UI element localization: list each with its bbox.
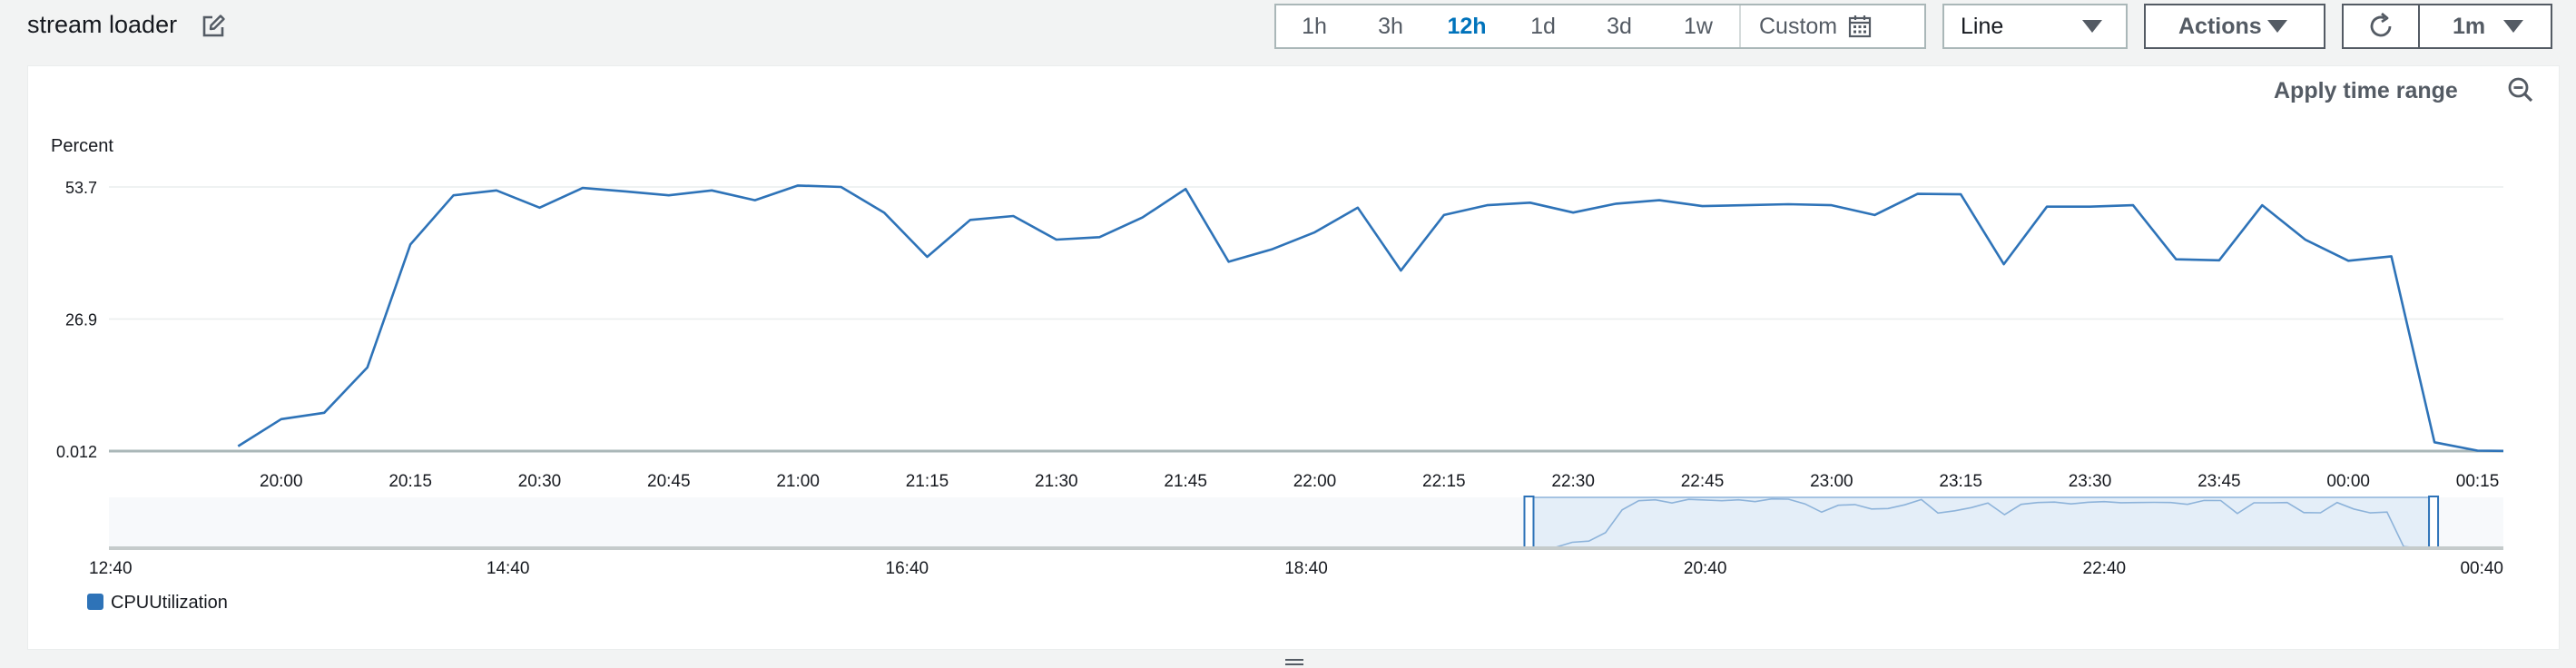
- y-tick-label: 53.7: [65, 179, 97, 197]
- x-tick-label: 21:30: [1035, 472, 1078, 491]
- x-tick-label: 20:45: [647, 472, 691, 491]
- overview-x-tick-label: 14:40: [487, 559, 530, 578]
- x-tick-label: 22:45: [1681, 472, 1725, 491]
- x-tick-label: 23:15: [1939, 472, 1982, 491]
- overview-handle-left: [1523, 496, 1535, 550]
- x-tick-label: 22:30: [1551, 472, 1595, 491]
- x-tick-label: 21:45: [1164, 472, 1207, 491]
- x-tick-label: 23:45: [2197, 472, 2241, 491]
- y-tick-label: 0.012: [56, 443, 97, 461]
- x-tick-label: 21:00: [776, 472, 820, 491]
- resize-handle-icon[interactable]: [1284, 657, 1304, 668]
- x-tick-label: 22:00: [1293, 472, 1337, 491]
- x-tick-label: 22:15: [1422, 472, 1466, 491]
- cpu-line-chart: Percent 53.7 26.9 0.012 20:00 20:15 20:30 20:45…: [51, 136, 2504, 613]
- legend-label-cpuutilization: CPUUtilization: [111, 593, 228, 613]
- x-tick-label: 21:15: [906, 472, 949, 491]
- overview-x-tick-label: 00:40: [2460, 559, 2503, 578]
- y-axis-label: Percent: [51, 136, 113, 156]
- x-tick-label: 20:00: [260, 472, 303, 491]
- x-tick-label: 20:30: [518, 472, 562, 491]
- x-tick-label: 00:15: [2456, 472, 2500, 491]
- x-tick-label: 23:00: [1810, 472, 1853, 491]
- overview-x-tick-label: 16:40: [886, 559, 929, 578]
- x-tick-label: 00:00: [2326, 472, 2370, 491]
- x-tick-label: 23:30: [2069, 472, 2112, 491]
- y-tick-label: 26.9: [65, 311, 97, 329]
- x-tick-label: 20:15: [388, 472, 432, 491]
- overview-handle-right: [2428, 496, 2440, 550]
- overview-x-tick-label: 20:40: [1684, 559, 1727, 578]
- overview-x-tick-label: 22:40: [2083, 559, 2127, 578]
- overview-x-tick-label: 12:40: [89, 559, 133, 578]
- series-line-cpuutilization: [237, 184, 2504, 453]
- legend-swatch-cpuutilization: [87, 594, 103, 610]
- overview-x-tick-label: 18:40: [1284, 559, 1328, 578]
